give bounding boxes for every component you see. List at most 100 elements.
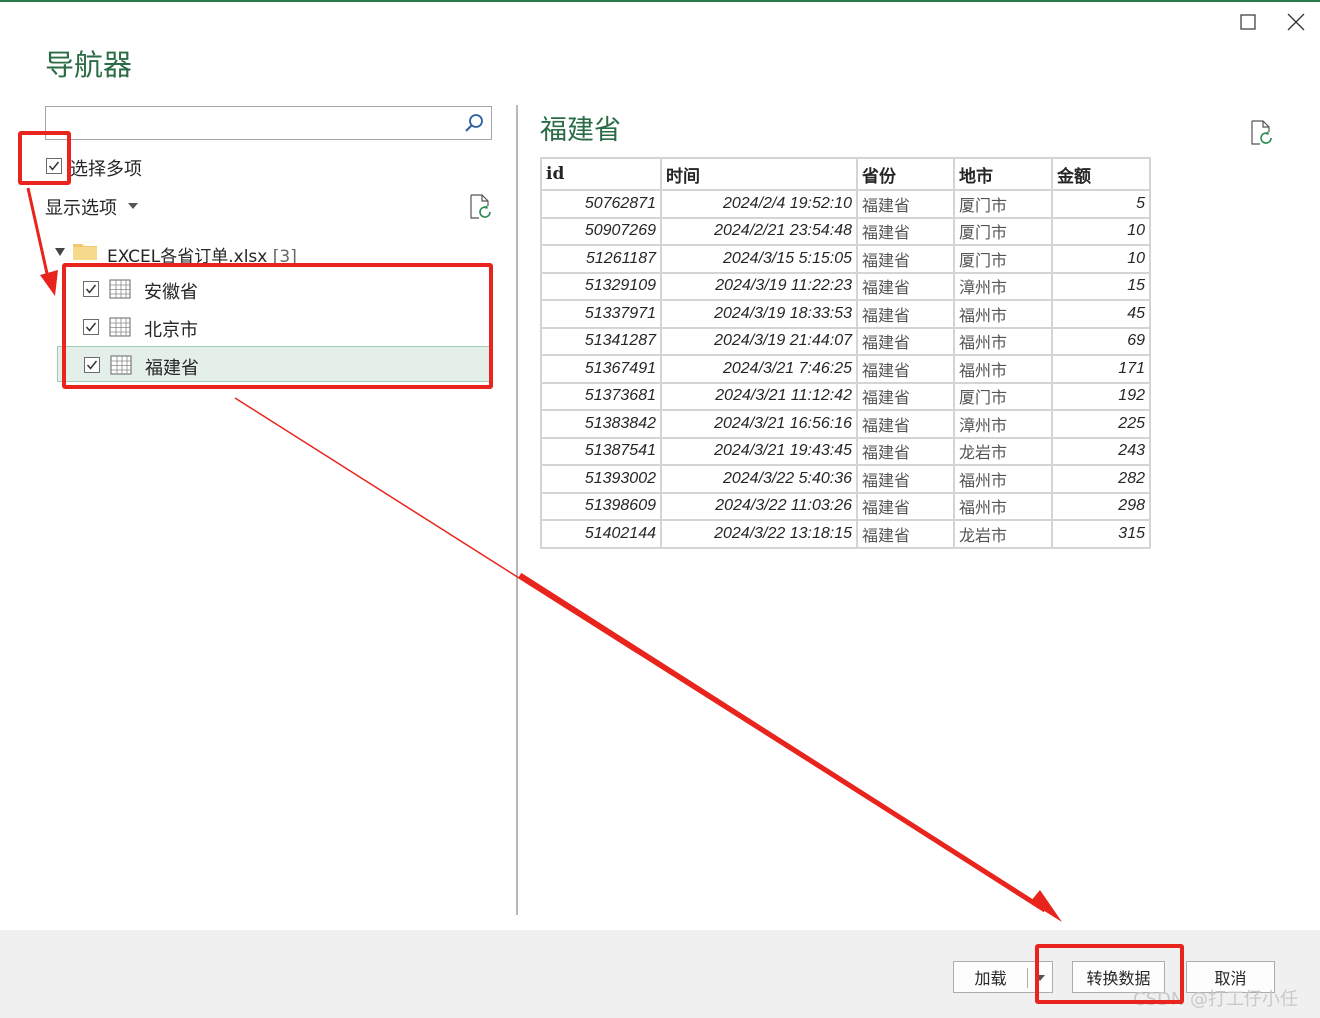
pane-divider[interactable] <box>516 105 518 915</box>
tree-item-label: 福建省 <box>145 358 199 379</box>
table-cell: 福州市 <box>953 491 1053 521</box>
load-dropdown-button[interactable] <box>1027 961 1053 993</box>
table-cell: 龙岩市 <box>953 519 1053 549</box>
column-header[interactable]: 金额 <box>1051 157 1151 191</box>
table-cell: 51341287 <box>540 326 662 356</box>
table-cell: 福建省 <box>856 244 955 274</box>
table-row: 51393002 2024/3/22 5:40:36 福建省 福州市 282 <box>540 464 1151 494</box>
table-row: 51398609 2024/3/22 11:03:26 福建省 福州市 298 <box>540 491 1151 521</box>
table-cell: 福建省 <box>856 381 955 411</box>
table-cell: 漳州市 <box>953 271 1053 301</box>
table-cell: 45 <box>1051 299 1151 329</box>
chevron-down-icon <box>1035 975 1045 981</box>
table-cell: 2024/3/22 5:40:36 <box>660 464 858 494</box>
tree-item-checkbox[interactable] <box>83 281 99 297</box>
checkmark-icon <box>85 322 97 332</box>
select-multiple-checkbox[interactable] <box>46 158 62 174</box>
refresh-icon[interactable] <box>468 194 492 220</box>
table-cell: 171 <box>1051 354 1151 384</box>
preview-table: id 时间 省份 地市 金额 50762871 2024/2/4 19:52:10 福建省厦… <box>540 157 1151 549</box>
tree-root-file[interactable]: EXCEL各省订单.xlsx [3] <box>107 242 297 267</box>
table-cell: 10 <box>1051 244 1151 274</box>
tree-item-label: 安徽省 <box>144 282 198 303</box>
tree-item[interactable]: 安徽省 <box>57 271 490 307</box>
folder-icon <box>73 244 97 260</box>
column-header[interactable]: 时间 <box>660 157 858 191</box>
table-cell: 51261187 <box>540 244 662 274</box>
table-cell: 2024/3/19 21:44:07 <box>660 326 858 356</box>
window-top-border <box>0 0 1320 2</box>
tree-root-label: EXCEL各省订单.xlsx <box>107 247 268 267</box>
table-cell: 192 <box>1051 381 1151 411</box>
table-row: 51383842 2024/3/21 16:56:16 福建省 漳州市 225 <box>540 409 1151 439</box>
close-button[interactable] <box>1281 8 1311 36</box>
search-icon[interactable] <box>463 112 485 134</box>
table-cell: 10 <box>1051 216 1151 246</box>
table-cell: 51387541 <box>540 436 662 466</box>
table-row: 51373681 2024/3/21 11:12:42 福建省 厦门市 192 <box>540 381 1151 411</box>
table-cell: 51367491 <box>540 354 662 384</box>
maximize-icon <box>1240 14 1256 30</box>
table-cell: 福建省 <box>856 354 955 384</box>
table-cell: 福建省 <box>856 436 955 466</box>
display-options-dropdown[interactable]: 显示选项 <box>45 194 117 220</box>
column-header[interactable]: 省份 <box>856 157 955 191</box>
table-cell: 2024/3/19 18:33:53 <box>660 299 858 329</box>
load-button[interactable]: 加载 <box>953 961 1028 993</box>
table-cell: 福州市 <box>953 299 1053 329</box>
table-cell: 福建省 <box>856 464 955 494</box>
checkmark-icon <box>86 360 98 370</box>
table-cell: 51398609 <box>540 491 662 521</box>
table-row: 51367491 2024/3/21 7:46:25 福建省 福州市 171 <box>540 354 1151 384</box>
chevron-down-icon[interactable] <box>128 203 138 209</box>
maximize-button[interactable] <box>1233 8 1263 36</box>
table-cell: 2024/3/19 11:22:23 <box>660 271 858 301</box>
table-cell: 51337971 <box>540 299 662 329</box>
table-cell: 2024/3/21 11:12:42 <box>660 381 858 411</box>
table-cell: 315 <box>1051 519 1151 549</box>
checkmark-icon <box>48 161 60 171</box>
table-row: 51341287 2024/3/19 21:44:07 福建省 福州市 69 <box>540 326 1151 356</box>
tree-item[interactable]: 北京市 <box>57 309 490 345</box>
tree-item-checkbox[interactable] <box>84 357 100 373</box>
table-cell: 福州市 <box>953 326 1053 356</box>
refresh-preview-icon[interactable] <box>1249 120 1273 146</box>
window-title: 导航器 <box>45 48 133 82</box>
table-row: 51402144 2024/3/22 13:18:15 福建省 龙岩市 315 <box>540 519 1151 549</box>
table-cell: 福建省 <box>856 519 955 549</box>
column-header[interactable]: id <box>540 157 662 191</box>
table-cell: 漳州市 <box>953 409 1053 439</box>
close-icon <box>1287 13 1305 31</box>
search-input[interactable] <box>50 111 454 137</box>
table-cell: 福建省 <box>856 491 955 521</box>
select-multiple-label[interactable]: 选择多项 <box>70 155 142 181</box>
tree-root-count: [3] <box>272 247 297 267</box>
tree-expand-icon[interactable] <box>55 248 65 256</box>
table-header-row: id 时间 省份 地市 金额 <box>540 157 1151 191</box>
table-cell: 51373681 <box>540 381 662 411</box>
table-cell: 298 <box>1051 491 1151 521</box>
table-cell: 2024/3/22 13:18:15 <box>660 519 858 549</box>
table-cell: 225 <box>1051 409 1151 439</box>
table-cell: 51393002 <box>540 464 662 494</box>
checkmark-icon <box>85 284 97 294</box>
table-row: 51337971 2024/3/19 18:33:53 福建省 福州市 45 <box>540 299 1151 329</box>
table-cell: 福建省 <box>856 326 955 356</box>
column-header[interactable]: 地市 <box>953 157 1053 191</box>
table-icon <box>109 317 131 337</box>
table-row: 50907269 2024/2/21 23:54:48 福建省 厦门市 10 <box>540 216 1151 246</box>
search-box[interactable] <box>45 106 492 140</box>
table-cell: 243 <box>1051 436 1151 466</box>
table-row: 51329109 2024/3/19 11:22:23 福建省 漳州市 15 <box>540 271 1151 301</box>
table-cell: 厦门市 <box>953 244 1053 274</box>
tree-item-checkbox[interactable] <box>83 319 99 335</box>
annotation-arrow-1-head <box>40 270 58 296</box>
table-icon <box>110 355 132 375</box>
preview-title: 福建省 <box>540 115 621 146</box>
table-cell: 50762871 <box>540 189 662 219</box>
table-cell: 15 <box>1051 271 1151 301</box>
table-cell: 福州市 <box>953 464 1053 494</box>
tree-item-label: 北京市 <box>144 320 198 341</box>
tree-item[interactable]: 福建省 <box>57 346 490 382</box>
table-cell: 2024/3/15 5:15:05 <box>660 244 858 274</box>
